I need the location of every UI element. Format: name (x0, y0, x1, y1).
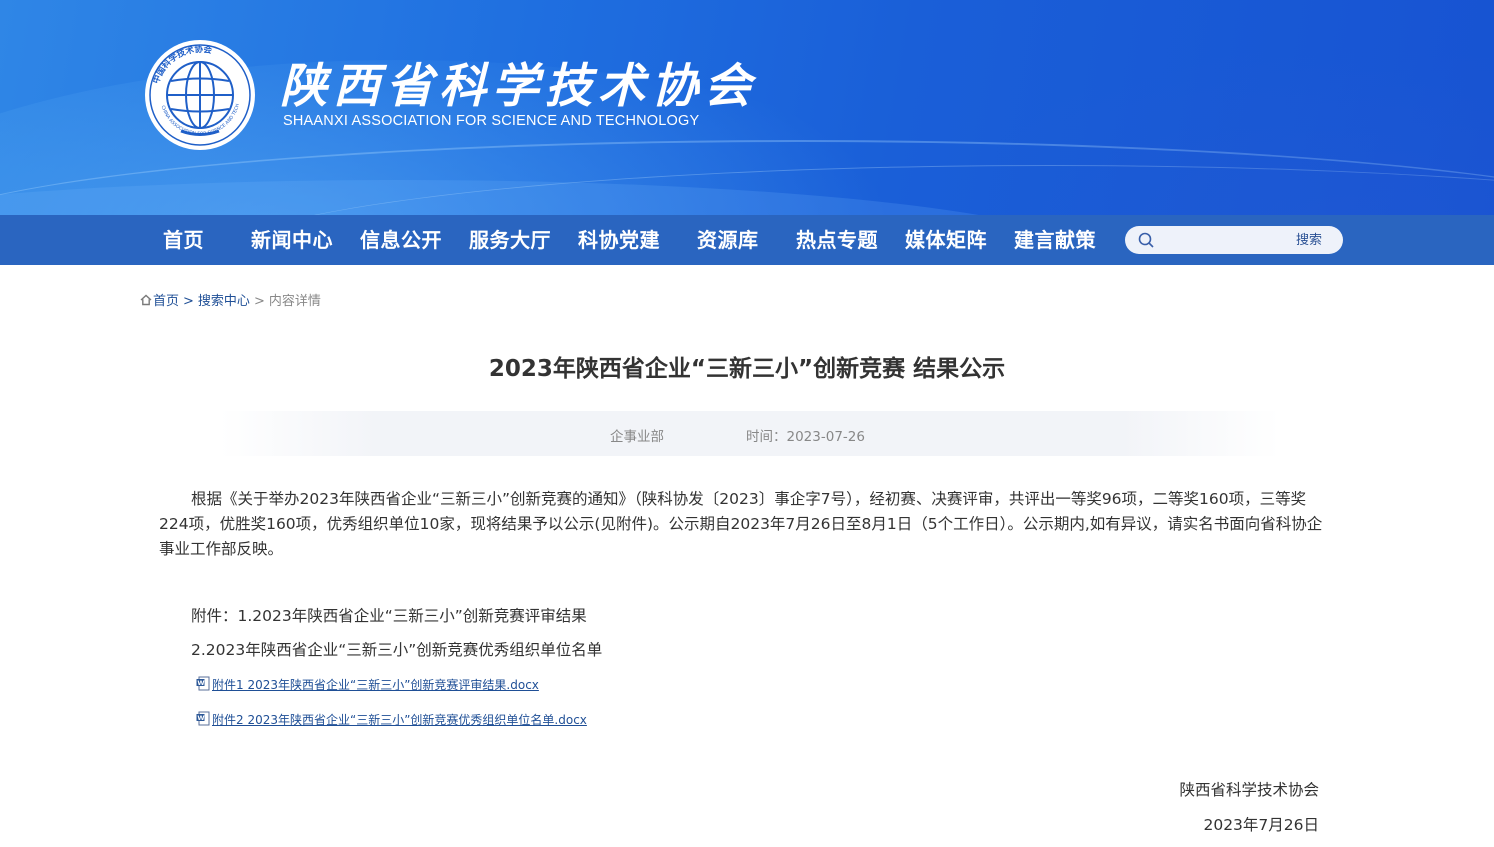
attachment-line-1: 附件：1.2023年陕西省企业“三新三小”创新竞赛评审结果 (191, 607, 587, 625)
home-icon (140, 294, 152, 306)
word-doc-icon: W (196, 676, 210, 691)
nav-item-media[interactable]: 媒体矩阵 (905, 215, 987, 265)
word-doc-icon: W (196, 711, 210, 726)
nav-item-info[interactable]: 信息公开 (360, 215, 442, 265)
nav-item-home[interactable]: 首页 (163, 215, 204, 265)
nav-item-resources[interactable]: 资源库 (697, 215, 759, 265)
breadcrumb-home[interactable]: 首页 (153, 294, 179, 309)
breadcrumb: 首页 > 搜索中心 > 内容详情 (140, 293, 321, 311)
attachment-line-2: 2.2023年陕西省企业“三新三小”创新竞赛优秀组织单位名单 (191, 641, 603, 659)
site-banner: 中国科学技术协会 CHINA ASSOCIATION FOR SCIENCE A… (0, 0, 1494, 215)
nav-item-party[interactable]: 科协党建 (578, 215, 660, 265)
article-meta-bar: 企事业部 时间：2023-07-26 (220, 411, 1280, 456)
search-icon[interactable] (1138, 232, 1154, 248)
nav-item-topics[interactable]: 热点专题 (796, 215, 878, 265)
article-body: 根据《关于举办2023年陕西省企业“三新三小”创新竞赛的通知》（陕科协发〔202… (159, 490, 1323, 558)
svg-text:W: W (197, 679, 204, 687)
article-dept: 企事业部 (610, 429, 664, 445)
attachment-link-1[interactable]: W 附件1 2023年陕西省企业“三新三小”创新竞赛评审结果.docx (196, 676, 539, 693)
article-title: 2023年陕西省企业“三新三小”创新竞赛 结果公示 (488, 356, 1006, 382)
breadcrumb-separator: > (183, 294, 194, 309)
nav-item-service[interactable]: 服务大厅 (469, 215, 551, 265)
breadcrumb-search-center[interactable]: 搜索中心 (198, 294, 250, 309)
nav-item-advice[interactable]: 建言献策 (1014, 215, 1096, 265)
cast-globe-logo[interactable]: 中国科学技术协会 CHINA ASSOCIATION FOR SCIENCE A… (143, 38, 257, 152)
search-box: 搜索 (1125, 226, 1343, 254)
attachment-link-2-text: 附件2 2023年陕西省企业“三新三小”创新竞赛优秀组织单位名单.docx (212, 713, 587, 727)
search-input[interactable] (1161, 229, 1281, 251)
article-date: 2023年7月26日 (1203, 816, 1319, 834)
article-time: 时间：2023-07-26 (746, 429, 865, 445)
attachment-link-1-text: 附件1 2023年陕西省企业“三新三小”创新竞赛评审结果.docx (212, 678, 539, 692)
banner-shade (900, 30, 1494, 215)
search-button[interactable]: 搜索 (1296, 226, 1322, 254)
svg-text:W: W (197, 714, 204, 722)
brand-name-cn: 陕西省科学技术协会 (280, 59, 757, 114)
attachment-link-2[interactable]: W 附件2 2023年陕西省企业“三新三小”创新竞赛优秀组织单位名单.docx (196, 711, 587, 728)
article-signature: 陕西省科学技术协会 (1179, 781, 1319, 799)
brand-name-en: SHAANXI ASSOCIATION FOR SCIENCE AND TECH… (283, 113, 700, 129)
nav-item-news[interactable]: 新闻中心 (251, 215, 333, 265)
breadcrumb-current: 内容详情 (268, 294, 321, 309)
breadcrumb-separator: > (253, 294, 265, 309)
